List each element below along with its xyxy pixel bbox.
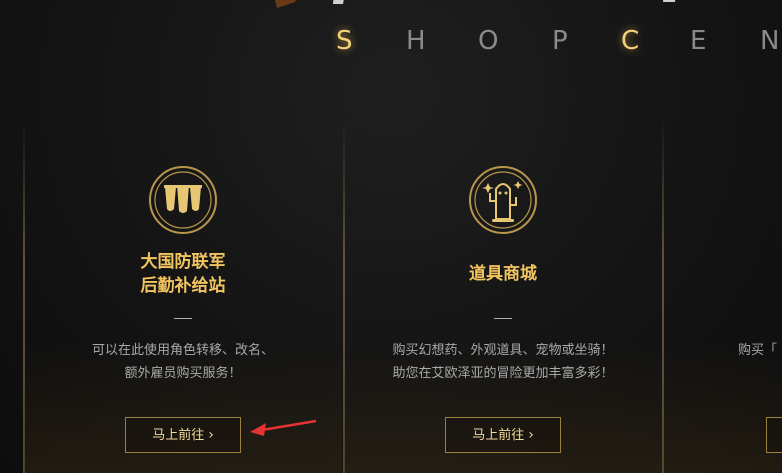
shop-letter: P bbox=[552, 26, 568, 56]
shop-letter: O bbox=[478, 26, 499, 56]
go-now-label: 马上前往 bbox=[472, 428, 525, 443]
card-desc-line2: 助您在艾欧泽亚的冒险更加丰富多彩！ bbox=[392, 366, 614, 381]
shop-banner: S H O P C E N bbox=[0, 0, 782, 110]
divider-dash bbox=[494, 318, 512, 319]
card-glow bbox=[664, 343, 782, 473]
card-title-line1: 大国防联军 bbox=[140, 252, 226, 272]
cups-icon bbox=[149, 166, 217, 234]
card-title-line2: 后勤补给站 bbox=[140, 276, 226, 296]
shop-letter: S bbox=[336, 26, 353, 56]
cactuar-icon bbox=[469, 166, 537, 234]
chevron-right-icon: › bbox=[208, 427, 214, 443]
card-desc-line1: 购买「 bbox=[738, 343, 778, 358]
shop-letter: H bbox=[406, 26, 426, 56]
card-partial: 购买「 bbox=[664, 110, 782, 473]
annotation-arrow-icon bbox=[250, 419, 317, 436]
shop-letter: C bbox=[621, 26, 640, 56]
shop-letter: N bbox=[760, 26, 780, 56]
logo-title-art bbox=[274, 0, 676, 8]
card-desc-line1: 购买幻想药、外观道具、宠物或坐骑！ bbox=[392, 343, 614, 358]
go-now-button[interactable] bbox=[766, 417, 782, 453]
shop-letter: E bbox=[690, 26, 707, 56]
card-title-line1: 道具商城 bbox=[469, 264, 537, 284]
go-now-button[interactable]: 马上前往 › bbox=[445, 417, 561, 453]
shop-center-letters: S H O P C E N bbox=[330, 26, 782, 58]
card-desc-line2: 额外雇员购买服务！ bbox=[124, 366, 242, 381]
go-now-label: 马上前往 bbox=[152, 428, 205, 443]
go-now-button[interactable]: 马上前往 › bbox=[125, 417, 241, 453]
divider-dash bbox=[174, 318, 192, 319]
card-desc-line1: 可以在此使用角色转移、改名、 bbox=[91, 343, 274, 358]
card-item-mall: 道具商城 购买幻想药、外观道具、宠物或坐骑！ 助您在艾欧泽亚的冒险更加丰富多彩！… bbox=[344, 110, 662, 473]
chevron-right-icon: › bbox=[528, 427, 534, 443]
